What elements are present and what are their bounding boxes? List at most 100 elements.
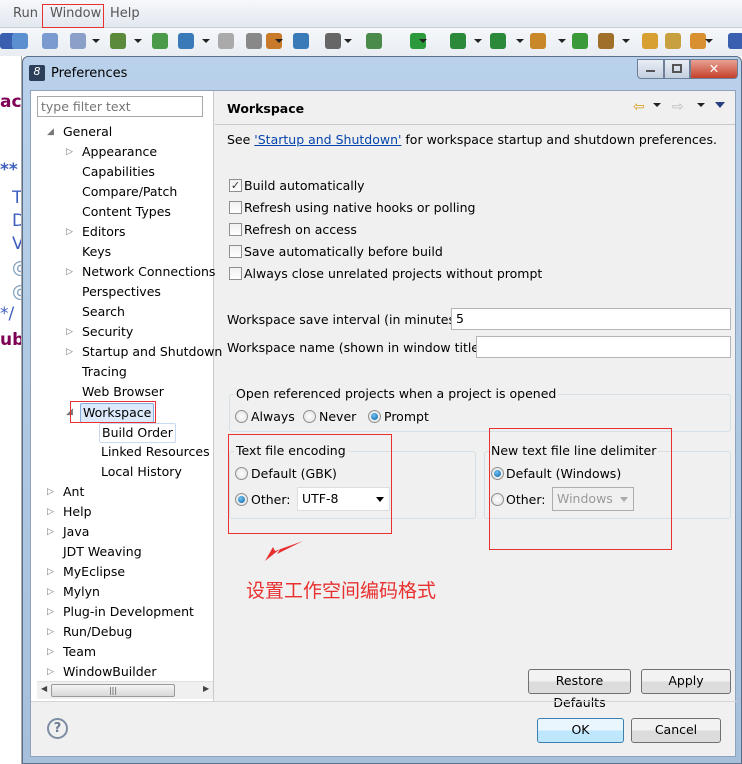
toolbar-button-icon[interactable] [325,33,341,49]
title-bar[interactable]: 8 Preferences ✕ [23,57,742,89]
expanded-arrow-icon[interactable]: ◢ [47,122,54,142]
tree-item[interactable]: ▷ Team [31,642,213,662]
collapsed-arrow-icon[interactable]: ▷ [47,502,54,522]
forward-icon[interactable]: ⇨ [672,99,684,115]
tree-item[interactable]: Keys [31,242,213,262]
maximize-button[interactable] [664,59,690,79]
tree-item[interactable]: ▷ Appearance [31,142,213,162]
tree-item[interactable]: Linked Resources [31,442,213,462]
toolbar-button-icon[interactable] [366,33,382,49]
checkbox-label[interactable]: Refresh on access [244,222,357,237]
collapsed-arrow-icon[interactable]: ▷ [47,642,54,662]
tree-item[interactable]: ▷ Security [31,322,213,342]
checkbox-label[interactable]: Build automatically [244,178,365,193]
never-radio[interactable] [303,410,316,423]
checkbox[interactable] [229,201,242,214]
toolbar-button-icon[interactable] [246,33,262,49]
collapsed-arrow-icon[interactable]: ▷ [47,482,54,502]
close-button[interactable]: ✕ [690,59,738,79]
collapsed-arrow-icon[interactable]: ▷ [47,662,54,682]
collapsed-arrow-icon[interactable]: ▷ [66,222,73,242]
tree-item[interactable]: Perspectives [31,282,213,302]
menu-run[interactable]: Run [13,6,38,21]
tree-item[interactable]: Content Types [31,202,213,222]
collapsed-arrow-icon[interactable]: ▷ [47,562,54,582]
checkbox[interactable] [229,223,242,236]
checkbox[interactable] [229,245,242,258]
forward-dropdown-icon[interactable] [697,103,705,107]
collapsed-arrow-icon[interactable]: ▷ [66,322,73,342]
checkbox-label[interactable]: Refresh using native hooks or polling [244,200,476,215]
collapsed-arrow-icon[interactable]: ▷ [66,142,73,162]
collapsed-arrow-icon[interactable]: ▷ [47,522,54,542]
toolbar-dropdown-icon[interactable] [275,39,283,43]
toolbar-button-icon[interactable] [218,33,234,49]
minimize-button[interactable] [637,59,664,79]
toolbar-button-icon[interactable] [12,33,28,49]
help-icon[interactable]: ? [47,718,68,739]
ok-button[interactable]: OK [537,718,624,743]
toolbar-dropdown-icon[interactable] [558,39,566,43]
prompt-label[interactable]: Prompt [384,409,429,424]
toolbar-dropdown-icon[interactable] [516,39,524,43]
tree-item[interactable]: ◢ General [31,122,213,142]
prompt-radio[interactable] [368,410,381,423]
scroll-right-icon[interactable]: ▶ [203,684,209,693]
collapsed-arrow-icon[interactable]: ▷ [47,582,54,602]
always-radio[interactable] [235,410,248,423]
workspace-name-input[interactable] [476,336,731,358]
toolbar-button-icon[interactable] [152,33,168,49]
tree-item[interactable]: ▷ Network Connections [31,262,215,282]
toolbar-dropdown-icon[interactable] [202,39,210,43]
toolbar-button-icon[interactable] [598,33,614,49]
toolbar-button-icon[interactable] [530,33,546,49]
tree-item[interactable]: ▷ Mylyn [31,582,213,602]
checkbox[interactable]: ✓ [229,179,242,192]
filter-input[interactable] [37,96,203,117]
toolbar-button-icon[interactable] [572,33,588,49]
toolbar-button-icon[interactable] [728,33,742,49]
toolbar-button-icon[interactable] [642,33,658,49]
cancel-button[interactable]: Cancel [631,718,721,743]
tree-item[interactable]: ▷ Run/Debug [31,622,213,642]
toolbar-dropdown-icon[interactable] [344,39,352,43]
tree-item[interactable]: ▷ Help [31,502,213,522]
toolbar-button-icon[interactable] [293,33,309,49]
always-label[interactable]: Always [251,409,295,424]
tree-item[interactable]: Local History [31,462,213,482]
toolbar-dropdown-icon[interactable] [134,39,142,43]
toolbar-button-icon[interactable] [110,33,126,49]
toolbar-dropdown-icon[interactable] [622,39,630,43]
back-dropdown-icon[interactable] [653,103,661,107]
checkbox[interactable] [229,267,242,280]
tree-item[interactable]: Search [31,302,213,322]
collapsed-arrow-icon[interactable]: ▷ [66,262,73,282]
tree-item[interactable]: ▷ Editors [31,222,213,242]
tree-item[interactable]: ▷ Ant [31,482,213,502]
tree-item[interactable]: Capabilities [31,162,213,182]
restore-defaults-button[interactable]: Restore Defaults [528,669,631,710]
toolbar-button-icon[interactable] [178,33,194,49]
apply-button[interactable]: Apply [641,669,731,694]
toolbar-dropdown-icon[interactable] [474,39,482,43]
collapsed-arrow-icon[interactable]: ▷ [47,622,54,642]
tree-item[interactable]: ▷ Java [31,522,213,542]
toolbar-dropdown-icon[interactable] [92,39,100,43]
toolbar-dropdown-icon[interactable] [705,39,713,43]
tree-item[interactable]: Compare/Patch [31,182,213,202]
back-icon[interactable]: ⇦ [633,99,645,115]
toolbar-button-icon[interactable] [665,33,681,49]
toolbar-button-icon[interactable] [70,33,86,49]
tree-item[interactable]: Tracing [31,362,213,382]
toolbar-button-icon[interactable] [42,33,58,49]
collapsed-arrow-icon[interactable]: ▷ [47,602,54,622]
toolbar-button-icon[interactable] [450,33,466,49]
toolbar-button-icon[interactable] [490,33,506,49]
tree-item[interactable]: ▷ Plug-in Development [31,602,213,622]
tree-item[interactable]: ▷ Startup and Shutdown [31,342,222,362]
collapsed-arrow-icon[interactable]: ▷ [66,342,73,362]
horizontal-scrollbar[interactable]: ◀ ||| ▶ [37,681,213,699]
tree-item[interactable]: Build Order [31,422,213,443]
scroll-left-icon[interactable]: ◀ [41,684,47,693]
menu-help[interactable]: Help [110,6,140,21]
